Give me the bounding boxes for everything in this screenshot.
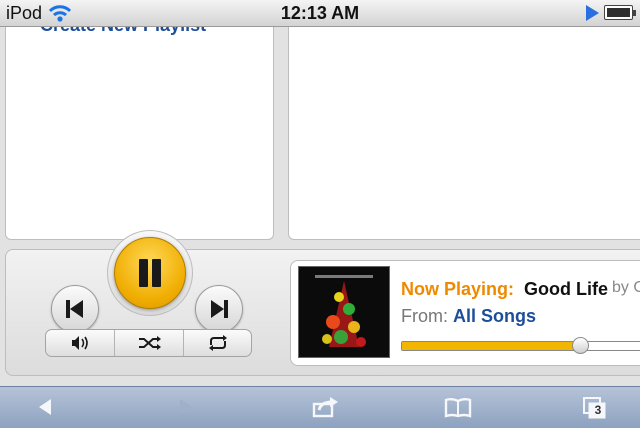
progress-bar[interactable] — [401, 337, 640, 354]
song-list-pane — [288, 27, 640, 240]
repeat-button[interactable] — [183, 330, 251, 356]
repeat-icon — [209, 335, 227, 351]
track-title: Good Life — [524, 279, 608, 299]
player-panel: Now Playing: Good Life by O From: All So… — [5, 230, 640, 376]
bookmarks-icon[interactable] — [443, 395, 473, 419]
from-label: From: — [401, 306, 448, 326]
now-playing-label: Now Playing: — [401, 279, 515, 299]
volume-button[interactable] — [46, 330, 114, 356]
progress-thumb[interactable] — [572, 337, 590, 354]
main-area: Create New Playlist — [0, 27, 640, 386]
shuffle-button[interactable] — [114, 330, 183, 356]
tabs-button[interactable]: 3 — [580, 395, 610, 419]
track-artist: by O — [612, 279, 640, 296]
previous-track-icon — [66, 300, 83, 318]
play-indicator-icon — [586, 5, 599, 21]
next-button[interactable] — [195, 285, 243, 333]
back-icon[interactable] — [31, 395, 61, 419]
clock: 12:13 AM — [280, 3, 360, 23]
playback-options — [45, 329, 252, 357]
volume-icon — [72, 336, 88, 350]
status-bar: iPod 12:13 AM — [0, 0, 640, 27]
playlist-pane: Create New Playlist — [5, 27, 274, 240]
source-playlist-link[interactable]: All Songs — [453, 306, 536, 327]
next-track-icon — [211, 300, 228, 318]
browser-toolbar: 3 — [0, 386, 640, 428]
tab-count: 3 — [594, 403, 602, 417]
forward-icon[interactable] — [170, 395, 200, 419]
progress-fill — [402, 342, 581, 350]
previous-button[interactable] — [51, 285, 99, 333]
shuffle-icon — [139, 336, 161, 350]
album-art[interactable] — [298, 266, 390, 358]
create-playlist-link[interactable]: Create New Playlist — [40, 27, 206, 36]
battery-icon — [604, 5, 636, 20]
now-playing-card: Now Playing: Good Life by O From: All So… — [290, 260, 640, 366]
share-icon[interactable] — [310, 395, 340, 419]
pause-button[interactable] — [114, 237, 186, 309]
